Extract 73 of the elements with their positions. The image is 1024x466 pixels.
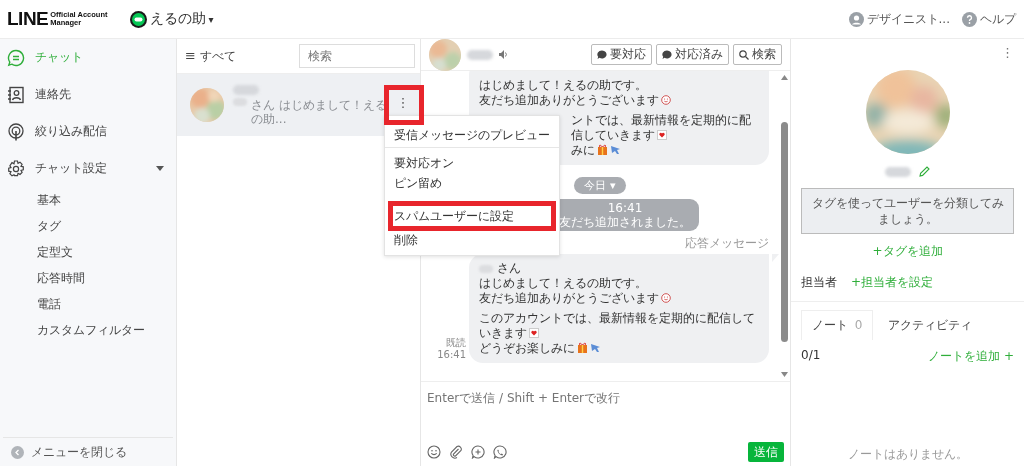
message-text: はじめまして！えるの助です。 bbox=[479, 78, 647, 93]
blurred-name bbox=[233, 84, 259, 95]
chat-action-button[interactable]: 対応済み bbox=[656, 44, 729, 65]
sidebar-subitem[interactable]: タグ bbox=[0, 213, 176, 239]
message-time: 16:41 bbox=[437, 349, 466, 361]
emoji-icon[interactable] bbox=[427, 445, 441, 459]
empty-notes-message: ノートはありません。 bbox=[846, 446, 969, 463]
tag-hint-box: タグを使ってユーザーを分類してみましょう。 bbox=[801, 188, 1014, 234]
sidebar-item[interactable]: チャット設定 bbox=[0, 150, 176, 187]
read-status: 既読 bbox=[446, 337, 466, 349]
close-menu-button[interactable]: メニューを閉じる bbox=[3, 437, 173, 466]
message-text: 友だち追加ありがとうございます bbox=[479, 93, 671, 108]
account-icon bbox=[129, 10, 147, 28]
menu-item[interactable]: スパムユーザーに設定 bbox=[385, 206, 559, 226]
settings-icon bbox=[7, 159, 25, 178]
note-count: 0/1 bbox=[801, 348, 821, 364]
contact-card-icon bbox=[7, 85, 25, 104]
menu-item[interactable]: ピン留め bbox=[385, 173, 559, 193]
speaker-icon bbox=[499, 50, 508, 59]
auto-reply-label: 応答メッセージ bbox=[685, 235, 769, 252]
user-icon bbox=[848, 11, 864, 27]
chevron-left-icon bbox=[11, 445, 24, 459]
emoji-gift-icon bbox=[597, 144, 621, 155]
emoji-face-icon bbox=[661, 293, 671, 303]
broadcast-icon bbox=[7, 122, 25, 141]
account-switcher[interactable]: えるの助 ▾ bbox=[129, 10, 214, 28]
more-options-button[interactable]: ⋮ bbox=[396, 93, 410, 111]
assignee-label: 担当者 bbox=[801, 274, 837, 291]
emoji-heart-icon bbox=[529, 328, 539, 338]
search-field[interactable]: 検索 bbox=[299, 44, 415, 68]
sidebar-subitem[interactable]: 定型文 bbox=[0, 239, 176, 265]
sidebar-item[interactable]: 連絡先 bbox=[0, 76, 176, 113]
message-text: はじめまして！えるの助です。 bbox=[479, 276, 647, 291]
user-menu[interactable]: デザイニスト... bbox=[848, 10, 950, 28]
help-link[interactable]: ヘルプ bbox=[962, 10, 1016, 28]
chat-action-button[interactable]: 検索 bbox=[733, 44, 782, 65]
phone-icon[interactable] bbox=[493, 445, 507, 459]
search-icon bbox=[739, 49, 749, 60]
blurred-name bbox=[885, 166, 911, 177]
message-text: 友だち追加されました。 bbox=[559, 215, 691, 229]
tab[interactable]: アクティビティ bbox=[877, 310, 984, 340]
message-text: みに bbox=[571, 143, 621, 158]
message-time: 16:41 bbox=[607, 201, 643, 215]
message-text: どうぞお楽しみに bbox=[479, 341, 601, 356]
emoji-face-icon bbox=[661, 95, 671, 105]
filter-dropdown[interactable]: ≡ すべて bbox=[185, 47, 236, 65]
menu-item[interactable]: 削除 bbox=[385, 230, 559, 250]
help-icon bbox=[962, 11, 977, 27]
sidebar-item[interactable]: 絞り込み配信 bbox=[0, 113, 176, 150]
sidebar-subitem[interactable]: カスタムフィルター bbox=[0, 317, 176, 343]
tab[interactable]: ノート 0 bbox=[801, 310, 874, 340]
menu-item[interactable]: 要対応オン bbox=[385, 153, 559, 173]
sidebar-subitem[interactable]: 電話 bbox=[0, 291, 176, 317]
chat-icon bbox=[7, 48, 25, 67]
speech-bubble-icon bbox=[597, 49, 607, 60]
scroll-down-icon bbox=[781, 372, 788, 377]
add-icon[interactable] bbox=[471, 445, 485, 459]
emoji-gift-icon bbox=[577, 342, 601, 353]
message-text: ントでは、最新情報を定期的に配信していきます bbox=[571, 113, 752, 143]
sidebar-subitem[interactable]: 応答時間 bbox=[0, 265, 176, 291]
scroll-up-icon bbox=[781, 75, 788, 80]
chat-action-button[interactable]: 要対応 bbox=[591, 44, 652, 65]
speech-bubble-icon bbox=[662, 49, 672, 60]
pencil-icon[interactable] bbox=[919, 166, 930, 177]
message-text: このアカウントでは、最新情報を定期的に配信していきます bbox=[479, 311, 756, 341]
more-options-button[interactable]: ⋮ bbox=[1001, 45, 1014, 60]
message-text: さん bbox=[497, 261, 521, 276]
blurred-name bbox=[467, 49, 493, 60]
emoji-heart-icon bbox=[657, 130, 667, 140]
logo: LINE bbox=[7, 8, 49, 30]
sidebar-subitem[interactable]: 基本 bbox=[0, 187, 176, 213]
message-text: 友だち追加ありがとうございます bbox=[479, 291, 671, 306]
attachment-icon[interactable] bbox=[449, 445, 463, 459]
